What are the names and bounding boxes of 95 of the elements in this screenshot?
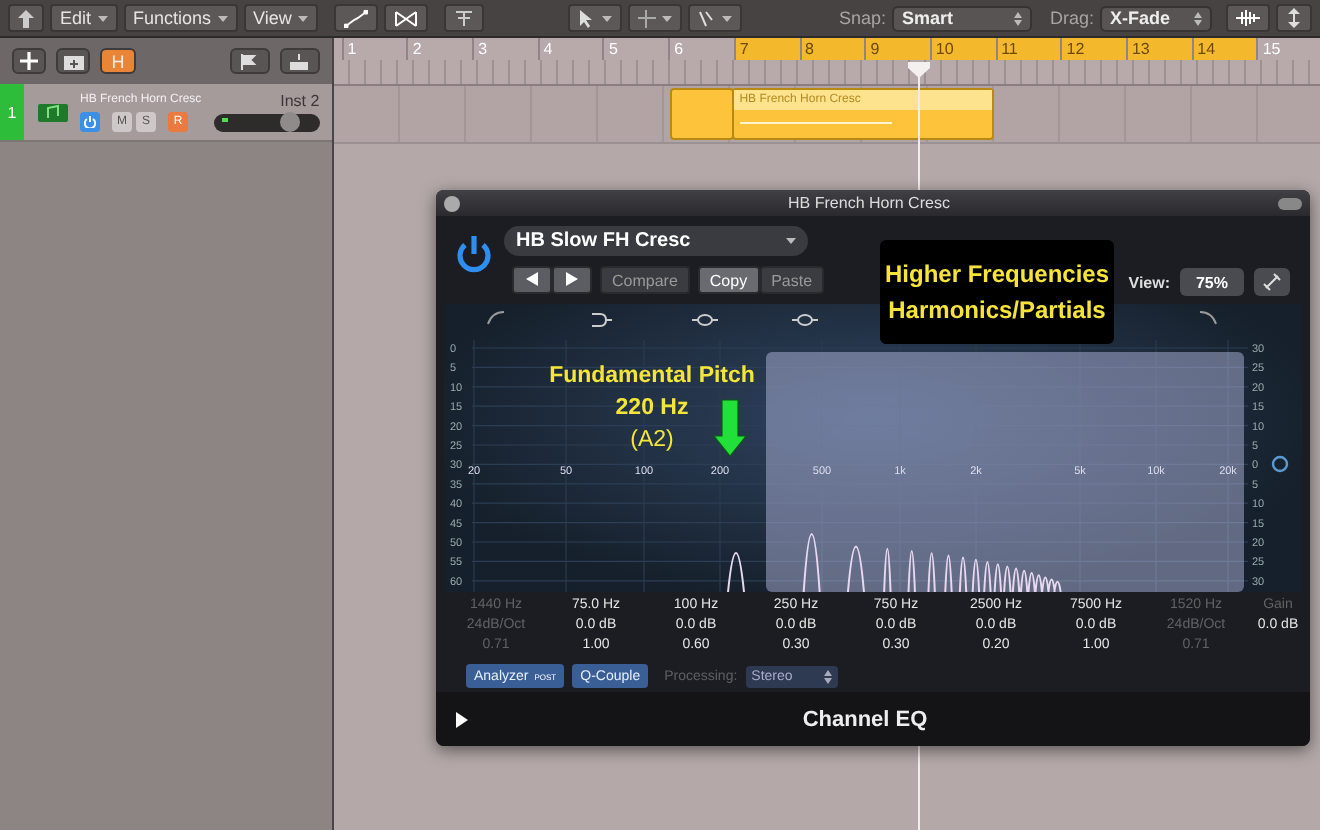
snap-label: Snap: (838, 8, 886, 28)
vertical-zoom-button[interactable] (1276, 4, 1313, 32)
band-shape-icon (487, 311, 505, 325)
stepper-icon (1014, 11, 1022, 25)
pointer-tool-icon (578, 9, 597, 27)
pointer-tool-icon (698, 9, 717, 27)
bar-number: 10 (929, 38, 996, 60)
bar-number: 2 (406, 38, 473, 60)
power-icon (84, 115, 96, 127)
view-dropdown[interactable]: 75% (1180, 268, 1244, 296)
instrument-name: Inst 2 (280, 92, 320, 110)
waveform-zoom-button[interactable] (1226, 4, 1271, 32)
bar-number: 12 (1060, 38, 1126, 60)
plus-icon (20, 52, 38, 70)
band-shape-icon (691, 314, 719, 326)
previous-button[interactable] (512, 266, 552, 294)
menu-button[interactable]: Functions (123, 4, 238, 32)
caret-icon (786, 238, 796, 244)
window-title: HB French Horn Cresc (786, 194, 952, 212)
bar-number: 11 (995, 38, 1061, 60)
folder-icon (63, 53, 83, 69)
preset-dropdown[interactable]: HB Slow FH Cresc (504, 226, 808, 256)
compare-button[interactable]: Compare (600, 266, 690, 294)
caret-icon (662, 15, 673, 21)
volume-knob[interactable] (279, 112, 300, 132)
automation-button[interactable] (333, 4, 378, 32)
stepper-icon (823, 669, 832, 683)
menu-button[interactable]: View (243, 4, 318, 32)
band-shape-icon (1199, 311, 1217, 325)
pointer-tool-icon (638, 9, 657, 27)
track-number: 1 (0, 84, 24, 140)
waveform-icon (1236, 10, 1261, 26)
annotation-label: Higher Frequencies Harmonics/Partials (880, 240, 1114, 344)
bar-number: 9 (864, 38, 930, 60)
tool-menu-button[interactable] (628, 4, 683, 32)
drag-dropdown[interactable]: X-Fade (1100, 5, 1213, 31)
caret-icon (297, 15, 308, 21)
bar-number: 4 (537, 38, 603, 60)
instrument-icon (38, 103, 68, 121)
play-icon[interactable] (456, 711, 468, 727)
menu-button[interactable]: Edit (50, 4, 118, 32)
caret-icon (722, 15, 733, 21)
toolbar-toggle-button[interactable] (1278, 197, 1302, 209)
flag-button[interactable] (229, 48, 270, 74)
link-icon (1262, 272, 1282, 292)
caret-icon (97, 15, 108, 21)
new-folder-button[interactable] (56, 48, 90, 74)
next-button[interactable] (552, 266, 592, 294)
add-track-button[interactable] (12, 48, 46, 74)
band-shape-icon (791, 314, 819, 326)
stepper-icon (1194, 11, 1203, 25)
curve-icon (343, 9, 368, 27)
snap-dropdown[interactable]: Smart (892, 5, 1032, 31)
down-arrow-icon (712, 399, 748, 457)
view-label: View: (1128, 273, 1170, 291)
band-shape-icon (591, 313, 613, 327)
copy-button[interactable]: Copy (697, 266, 760, 294)
volume-slider[interactable] (213, 114, 320, 132)
power-button[interactable] (456, 236, 492, 276)
bar-number: 3 (472, 38, 538, 60)
drag-label: Drag: (1050, 8, 1095, 28)
tool-menu-button[interactable] (568, 4, 623, 32)
right-arrow-icon (566, 271, 578, 285)
bar-number: 1 (341, 38, 407, 60)
flex-button[interactable] (383, 4, 428, 32)
tool-menu-button[interactable] (688, 4, 743, 32)
left-arrow-icon (526, 271, 538, 285)
bar-number: 5 (602, 38, 669, 60)
annotation-label: 220 Hz (615, 396, 689, 420)
hourglass-icon (393, 9, 418, 27)
bar-number: 14 (1191, 38, 1257, 60)
close-button[interactable] (444, 195, 460, 211)
caret-icon (217, 15, 228, 21)
resize-icon (1286, 8, 1303, 28)
paste-button[interactable]: Paste (759, 266, 825, 294)
pin-icon (453, 9, 474, 27)
up-arrow-icon (18, 9, 34, 27)
caret-icon (602, 15, 613, 21)
bar-number: 7 (733, 38, 799, 60)
flag-icon (239, 53, 260, 69)
plugin-name: Channel EQ (800, 707, 930, 731)
gain-slider-handle[interactable] (1271, 455, 1289, 473)
collapse-button[interactable] (279, 48, 320, 74)
annotation-label: (A2) (630, 428, 674, 452)
up-arrow-button[interactable] (8, 4, 44, 32)
track-on-button[interactable] (80, 111, 100, 131)
midi-region (669, 88, 734, 140)
annotation-label: Fundamental Pitch (549, 364, 755, 388)
link-button[interactable] (1254, 268, 1290, 296)
bar-number: 13 (1125, 38, 1192, 60)
catch-button[interactable] (443, 4, 484, 32)
tray-icon (290, 53, 309, 69)
bar-number: 15 (1256, 38, 1320, 60)
ruler[interactable]: 1 2 3 4 5 6 7 8 9 10 11 12 13 14 15 (333, 38, 1320, 86)
bar-number: 8 (799, 38, 865, 60)
